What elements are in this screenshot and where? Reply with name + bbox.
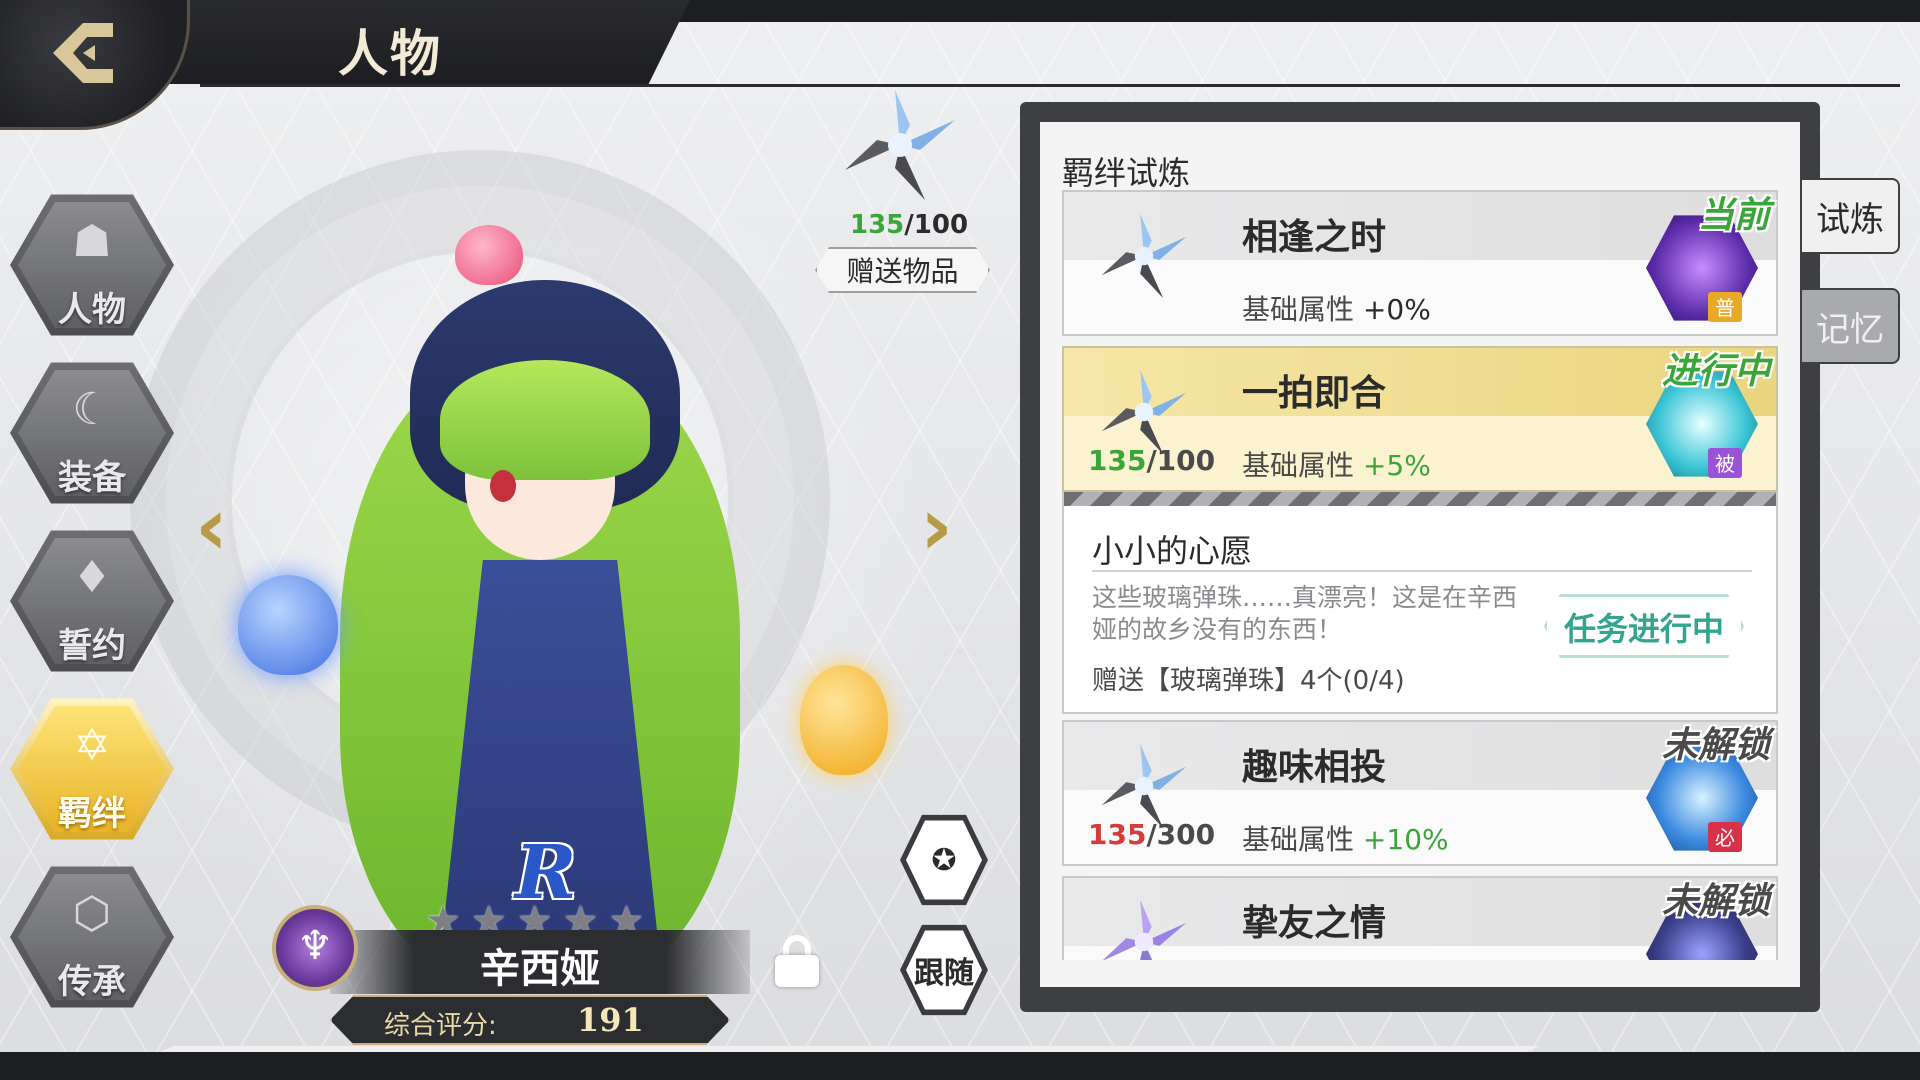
trial-card[interactable]: 135/100 一拍即合 基础属性 +5% 被 进行中 [1062, 346, 1778, 492]
trial-card[interactable]: 相逢之时 基础属性 +0% 普 当前 [1062, 190, 1778, 336]
next-character-arrow-icon[interactable]: › [920, 480, 953, 573]
trial-name: 挚友之情 [1242, 903, 1387, 944]
tab-trial[interactable]: 试炼 [1800, 178, 1900, 254]
status-badge: 未解锁 [1661, 725, 1770, 766]
trial-stat: 基础属性 +5% [1242, 444, 1431, 484]
gift-progress-total: /100 [904, 210, 969, 240]
gift-progress-current: 135 [850, 210, 905, 240]
nav-item-character[interactable]: ☗ 人物 [10, 190, 174, 340]
shuriken-icon [1103, 899, 1187, 960]
detail-description: 这些玻璃弹珠……真漂亮！这是在辛西娅的故乡没有的东西！ [1092, 583, 1518, 644]
score-value: 191 [577, 1001, 644, 1039]
nav-item-bond[interactable]: ✡ 羁绊 [10, 694, 174, 844]
status-badge: 未解锁 [1661, 881, 1770, 922]
class-icon: ♆ [272, 905, 358, 991]
name-plate: 辛西娅 [330, 930, 750, 994]
task-status-stamp: 任务进行中 [1544, 594, 1744, 658]
progress-total: /300 [1146, 818, 1216, 851]
trial-name: 趣味相投 [1242, 747, 1387, 788]
blue-spirit-icon [238, 575, 338, 675]
yellow-spirit-icon [800, 665, 888, 775]
tab-memory[interactable]: 记忆 [1800, 288, 1900, 364]
trial-detail: 小小的心愿 这些玻璃弹珠……真漂亮！这是在辛西娅的故乡没有的东西！ 赠送【玻璃弹… [1062, 492, 1778, 714]
trial-stat: 基础属性 +0% [1242, 288, 1431, 328]
follow-label: 跟随 [906, 930, 982, 1010]
stat-value: +10% [1362, 823, 1449, 856]
trial-progress: 135/100 [1088, 444, 1215, 477]
nav-item-oath[interactable]: ♦ 誓约 [10, 526, 174, 676]
trial-list[interactable]: 相逢之时 基础属性 +0% 普 当前 135/100 一拍即合 基础属性 +5%… [1062, 190, 1778, 960]
page-title: 人物 [338, 24, 442, 83]
trial-name: 相逢之时 [1242, 217, 1387, 258]
character-name: 辛西娅 [480, 946, 600, 992]
nav-item-inheritance[interactable]: ⬡ 传承 [10, 862, 174, 1012]
trial-card[interactable]: 挚友之情 未解锁 [1062, 876, 1778, 960]
score-label: 综合评分: [384, 1011, 497, 1041]
shuriken-icon [1101, 213, 1187, 299]
inheritance-icon: ⬡ [72, 888, 112, 939]
gift-progress: 135/100 [850, 210, 968, 240]
oath-icon: ♦ [72, 552, 112, 603]
badge-tag: 普 [1708, 292, 1742, 322]
progress-total: /100 [1146, 444, 1216, 477]
nav-label: 人物 [58, 290, 126, 330]
status-badge: 进行中 [1661, 351, 1770, 392]
score-plate: 综合评分: 191 [330, 995, 730, 1045]
badge-tag: 被 [1708, 448, 1742, 478]
lock-icon[interactable] [775, 935, 819, 987]
stat-value: +0% [1362, 293, 1431, 326]
star-icon: ✪ [906, 820, 982, 900]
shuriken-icon [845, 90, 955, 200]
stat-label: 基础属性 [1242, 823, 1355, 856]
character-icon: ☗ [72, 216, 112, 267]
panel-title: 羁绊试炼 [1062, 154, 1191, 192]
prev-character-arrow-icon[interactable]: ‹ [195, 480, 228, 573]
equipment-icon: ☾ [72, 384, 112, 435]
gift-item-button[interactable]: 赠送物品 [815, 247, 990, 293]
bottom-bar [0, 1052, 1920, 1080]
progress-current: 135 [1088, 818, 1147, 851]
divider [1092, 570, 1752, 572]
detail-stripe [1064, 492, 1776, 506]
stat-value: +5% [1362, 449, 1431, 482]
pink-spirit-icon [455, 225, 523, 285]
nav-label: 羁绊 [58, 794, 126, 834]
back-arrow-icon [53, 23, 113, 83]
nav-item-equipment[interactable]: ☾ 装备 [10, 358, 174, 508]
trial-progress: 135/300 [1088, 818, 1215, 851]
progress-current: 135 [1088, 444, 1147, 477]
trial-stat: 基础属性 +10% [1242, 818, 1449, 858]
status-badge: 当前 [1697, 195, 1770, 236]
detail-title: 小小的心愿 [1092, 532, 1253, 570]
trial-card[interactable]: 135/300 趣味相投 基础属性 +10% 必 未解锁 [1062, 720, 1778, 866]
nav-label: 传承 [58, 962, 126, 1002]
nav-label: 装备 [58, 458, 126, 498]
top-divider [200, 84, 1900, 87]
nav-label: 誓约 [58, 626, 126, 666]
badge-tag: 必 [1708, 822, 1742, 852]
trial-name: 一拍即合 [1242, 373, 1387, 414]
stat-label: 基础属性 [1242, 449, 1355, 482]
stat-label: 基础属性 [1242, 293, 1355, 326]
detail-task: 赠送【玻璃弹珠】4个(0/4) [1092, 666, 1405, 696]
bond-icon: ✡ [73, 720, 111, 771]
